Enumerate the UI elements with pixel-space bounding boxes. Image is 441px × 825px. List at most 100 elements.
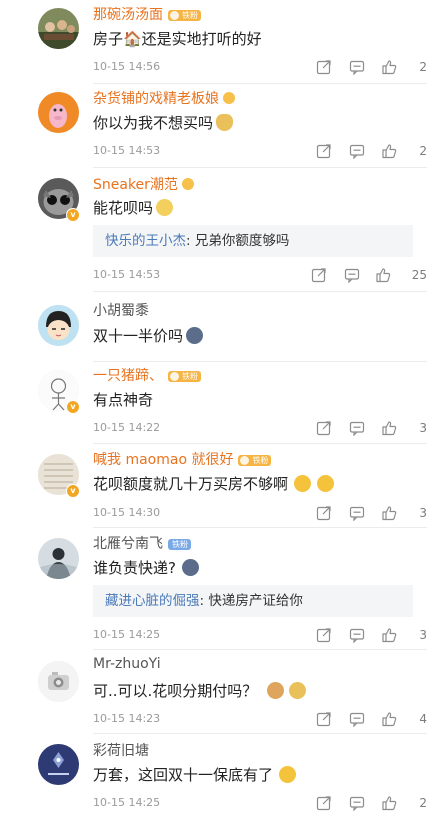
username[interactable]: 杂货铺的戏精老板娘 [93,88,235,108]
husky-emoji-icon [181,559,199,576]
username[interactable]: 彩荷旧塘 [93,740,149,760]
comment-meta: 10-15 14:25 3 [93,627,427,643]
comment-item: 那碗汤汤面 铁粉 房子🏠还是实地打听的好 10-15 14:56 2 [0,0,441,84]
avatar[interactable] [38,661,79,702]
comment-icon[interactable] [349,420,365,436]
comment-text: 花呗额度就几十万买房不够啊 [93,473,335,494]
like-count: 2 [419,144,427,158]
share-icon[interactable] [316,143,332,159]
thumbs-up-icon[interactable] [381,59,397,75]
username-text[interactable]: 一只猪蹄、 [93,368,163,384]
thumbs-up-icon[interactable] [381,143,397,159]
share-icon[interactable] [316,59,332,75]
username-text[interactable]: 北雁兮南飞 [93,536,163,552]
reply-preview[interactable]: 快乐的王小杰: 兄弟你额度够吗 [93,225,413,257]
timestamp: 10-15 14:25 [93,796,161,809]
avatar[interactable] [38,305,79,346]
comment-icon[interactable] [349,627,365,643]
username-text[interactable]: 喊我 maomao 就很好 [93,452,233,468]
username[interactable]: 那碗汤汤面 铁粉 [93,4,201,24]
username-text[interactable]: 那碗汤汤面 [93,7,163,23]
reply-username[interactable]: 藏进心脏的倔强 [105,593,200,609]
username[interactable]: Sneaker潮范 [93,174,194,194]
thumbs-up-icon[interactable] [381,420,397,436]
username[interactable]: 一只猪蹄、 铁粉 [93,365,201,385]
comment-item: v Sneaker潮范 能花呗吗 快乐的王小杰: 兄弟你额度够吗 10-15 1… [0,168,441,292]
reply-preview[interactable]: 藏进心脏的倔强: 快递房产证给你 [93,585,413,617]
avatar[interactable] [38,92,79,133]
fan-heart-icon [181,178,194,190]
like-count: 2 [419,796,427,810]
avatar[interactable] [38,8,79,49]
comment-text-content: 能花呗吗 [93,199,154,217]
share-icon[interactable] [316,627,332,643]
timestamp: 10-15 14:30 [93,506,161,519]
hug-emoji-icon [279,766,297,783]
comment-text-content: 万套，这回双十一保底有了 [93,766,274,784]
username-text[interactable]: 杂货铺的戏精老板娘 [93,91,219,107]
comment-text: 有点神奇 [93,391,154,409]
share-icon[interactable] [316,420,332,436]
like-count: 4 [419,712,427,726]
comment-text: 能花呗吗 [93,197,174,218]
share-icon[interactable] [316,505,332,521]
comment-item: 小胡蜀黍 双十一半价吗 [0,292,441,362]
thumbs-up-icon[interactable] [381,505,397,521]
tongue-emoji-icon [294,475,312,492]
comment-text: 万套，这回双十一保底有了 [93,764,297,785]
timestamp: 10-15 14:25 [93,628,161,641]
comment-text: 谁负责快递? [93,557,199,578]
comment-text: 房子🏠还是实地打听的好 [93,30,262,48]
thumbs-up-icon[interactable] [381,795,397,811]
comment-item: 彩荷旧塘 万套，这回双十一保底有了 10-15 14:25 2 [0,734,441,825]
husky-emoji-icon [186,327,204,344]
share-icon[interactable] [316,795,332,811]
share-icon[interactable] [316,711,332,727]
verified-badge-icon: v [66,208,80,222]
fan-badge: 铁粉 [168,10,201,21]
comment-icon[interactable] [349,505,365,521]
comment-item: v 喊我 maomao 就很好 铁粉 花呗额度就几十万买房不够啊 10-15 14… [0,444,441,528]
username[interactable]: 喊我 maomao 就很好 铁粉 [93,449,272,469]
comment-feed: 那碗汤汤面 铁粉 房子🏠还是实地打听的好 10-15 14:56 2 杂货铺的戏精… [0,0,441,825]
username-text[interactable]: Sneaker潮范 [93,177,178,193]
fan-heart-icon [223,92,235,104]
comment-text-content: 双十一半价吗 [93,327,184,345]
share-icon[interactable] [311,267,327,283]
doge-emoji-icon [289,682,307,699]
timestamp: 10-15 14:53 [93,144,161,157]
like-count: 3 [419,506,427,520]
comment-item: v 一只猪蹄、 铁粉 有点神奇 10-15 14:22 3 [0,362,441,444]
comment-text-content: 花呗额度就几十万买房不够啊 [93,475,289,493]
thumbs-up-icon[interactable] [381,711,397,727]
comment-icon[interactable] [344,267,360,283]
comment-text-content: 你以为我不想买吗 [93,114,214,132]
comment-meta: 10-15 14:53 25 [93,267,427,283]
username[interactable]: 北雁兮南飞 铁粉 [93,533,191,553]
comment-item: Mr-zhuoYi 可..可以.花呗分期付吗？ 10-15 14:23 4 [0,650,441,734]
timestamp: 10-15 14:22 [93,421,161,434]
fan-badge: 铁粉 [168,539,191,550]
like-count: 2 [419,60,427,74]
like-count: 3 [419,628,427,642]
username[interactable]: 小胡蜀黍 [93,300,149,320]
comment-icon[interactable] [349,59,365,75]
doge-emoji-icon [216,114,234,131]
fan-badge: 铁粉 [168,371,201,382]
tongue-emoji-icon [317,475,335,492]
comment-meta: 10-15 14:23 4 [93,711,427,727]
thumbs-up-icon[interactable] [381,627,397,643]
username[interactable]: Mr-zhuoYi [93,656,161,672]
comment-icon[interactable] [349,143,365,159]
comment-icon[interactable] [349,711,365,727]
comment-icon[interactable] [349,795,365,811]
comment-meta: 10-15 14:53 2 [93,143,427,159]
reply-username[interactable]: 快乐的王小杰 [105,233,186,249]
thumbs-up-icon[interactable] [375,267,391,283]
reply-text: : 快递房产证给你 [199,593,303,609]
cute-emoji-icon [156,199,174,216]
avatar[interactable] [38,744,79,785]
avatar[interactable] [38,538,79,579]
comment-text: 双十一半价吗 [93,325,204,346]
reply-text: : 兄弟你额度够吗 [186,233,290,249]
